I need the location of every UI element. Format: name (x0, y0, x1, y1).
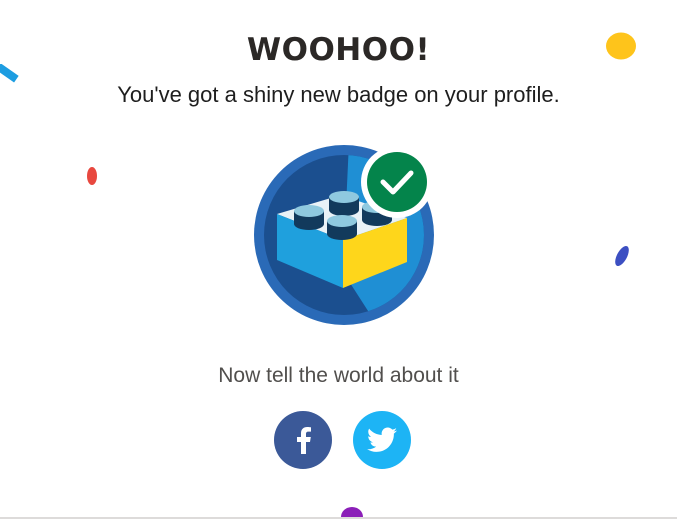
checkmark-icon (361, 146, 433, 218)
confetti-indigo-drop (615, 246, 629, 266)
confetti-red-drop (87, 167, 97, 185)
facebook-share-button[interactable] (274, 411, 332, 469)
twitter-share-button[interactable] (353, 411, 411, 469)
subline: You've got a shiny new badge on your pro… (117, 82, 560, 107)
lego-brick-badge-icon (254, 145, 434, 325)
facebook-icon (297, 427, 311, 454)
share-prompt: Now tell the world about it (218, 364, 459, 387)
badge (251, 142, 437, 328)
twitter-icon (367, 427, 397, 452)
headline: WOOHOO! (246, 32, 431, 68)
badge-earned-modal: WOOHOO! You've got a shiny new badge on … (0, 0, 677, 519)
